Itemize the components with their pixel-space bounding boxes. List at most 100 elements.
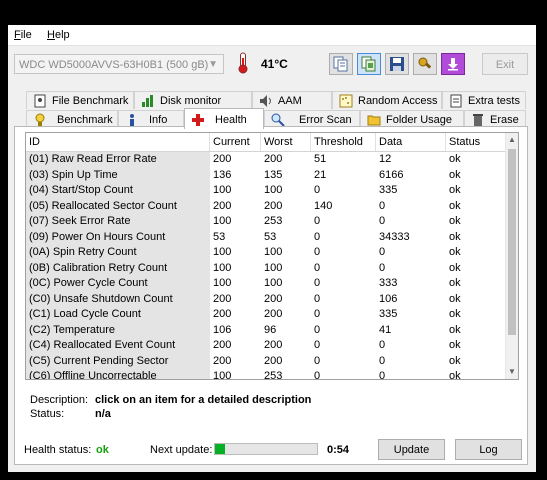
column-header[interactable]: Current [210, 133, 261, 151]
table-cell: 200 [264, 292, 283, 305]
toolbar: WDC WD5000AVVS-63H0B1 (500 gB) ▼ 41°C Ex… [8, 46, 536, 84]
attribute-name-cell: (C4) Reallocated Event Count [26, 338, 210, 354]
menu-help[interactable]: Help [47, 29, 70, 41]
update-button[interactable]: Update [378, 439, 445, 460]
menu-file[interactable]: File [14, 29, 32, 41]
table-cell: ok [449, 168, 461, 181]
table-cell: 0 [314, 230, 321, 243]
health-cross-icon [192, 114, 204, 126]
table-row[interactable]: (0B) Calibration Retry Count 100 100 0 0 ok [26, 260, 508, 276]
table-cell: ok [449, 370, 461, 380]
table-cell: 200 [213, 308, 232, 320]
health-panel: ID Current Worst Threshold Data Status (… [14, 126, 528, 465]
copy-text-button[interactable] [329, 53, 353, 75]
tab-label: AAM [278, 95, 302, 107]
column-header[interactable]: Data [376, 133, 446, 151]
attribute-name-cell: (07) Seek Error Rate [26, 214, 210, 230]
tab-disk-monitor[interactable]: Disk monitor [134, 91, 252, 109]
attribute-name-cell: (05) Reallocated Sector Count [26, 198, 210, 214]
table-cell: 100 [213, 277, 232, 289]
table-cell: 200 [264, 199, 283, 212]
table-row[interactable]: (01) Raw Read Error Rate 200 200 51 12 ok [26, 152, 508, 168]
attribute-name-cell: (C1) Load Cycle Count [26, 307, 210, 323]
attribute-name-cell: (C2) Temperature [26, 322, 210, 338]
extra-tests-icon [450, 94, 462, 108]
table-cell: 100 [213, 246, 232, 258]
scroll-down-icon[interactable]: ▼ [506, 365, 518, 379]
table-row[interactable]: (C4) Reallocated Event Count 200 200 0 0 ok [26, 338, 508, 354]
table-cell: 0 [379, 199, 386, 212]
save-icon [390, 57, 404, 71]
table-cell: ok [449, 153, 461, 165]
table-row[interactable]: (C1) Load Cycle Count 200 200 0 335 ok [26, 307, 508, 323]
drive-select[interactable]: WDC WD5000AVVS-63H0B1 (500 gB) ▼ [14, 54, 224, 74]
tools-button[interactable] [413, 53, 437, 75]
table-row[interactable]: (04) Start/Stop Count 100 100 0 335 ok [26, 183, 508, 199]
download-icon [448, 58, 458, 71]
save-button[interactable] [385, 53, 409, 75]
table-cell: ok [449, 261, 461, 274]
table-cell: 200 [213, 354, 232, 367]
table-row[interactable]: (C2) Temperature 106 96 0 41 ok [26, 322, 508, 338]
table-cell: 41 [379, 323, 392, 336]
table-cell: 100 [213, 261, 232, 274]
table-row[interactable]: (C5) Current Pending Sector 200 200 0 0 ok [26, 353, 508, 369]
scrollbar-thumb[interactable] [508, 149, 516, 335]
speaker-icon [260, 95, 271, 107]
table-row[interactable]: (0A) Spin Retry Count 100 100 0 0 ok [26, 245, 508, 261]
table-cell: ok [449, 323, 461, 336]
tab-extra-tests[interactable]: Extra tests [442, 91, 526, 109]
copy-text-icon [333, 56, 348, 72]
table-row[interactable]: (03) Spin Up Time 136 135 21 6166 ok [26, 167, 508, 183]
log-button[interactable]: Log [455, 439, 522, 460]
copy-screenshot-icon [361, 56, 376, 72]
tab-health[interactable]: Health [184, 108, 264, 129]
scroll-up-icon[interactable]: ▲ [506, 133, 518, 147]
column-header[interactable]: Threshold [311, 133, 376, 151]
copy-screenshot-button[interactable] [357, 53, 381, 75]
table-cell: ok [449, 199, 461, 212]
column-header[interactable]: Status [446, 133, 508, 151]
benchmark-icon [35, 113, 45, 126]
smart-attributes-table[interactable]: ID Current Worst Threshold Data Status (… [25, 132, 519, 380]
tab-label: Extra tests [468, 95, 520, 107]
exit-button[interactable]: Exit [482, 53, 528, 75]
table-cell: ok [449, 246, 461, 258]
attribute-name-cell: (0A) Spin Retry Count [26, 245, 210, 261]
table-cell: 0 [379, 339, 386, 351]
table-cell: 0 [379, 215, 386, 227]
table-cell: 200 [213, 339, 232, 351]
table-row[interactable]: (C0) Unsafe Shutdown Count 200 200 0 106 ok [26, 291, 508, 307]
next-update-label: Next update: [150, 444, 213, 456]
tab-label: File Benchmark [52, 95, 129, 107]
column-header[interactable]: Worst [261, 133, 311, 151]
tab-file-benchmark[interactable]: File Benchmark [26, 91, 134, 109]
table-row[interactable]: (0C) Power Cycle Count 100 100 0 333 ok [26, 276, 508, 292]
chevron-down-icon: ▼ [208, 59, 218, 70]
tab-random-access[interactable]: Random Access [332, 91, 442, 109]
table-cell: 53 [213, 230, 226, 243]
column-header[interactable]: ID [26, 133, 210, 151]
tab-aam[interactable]: AAM [252, 91, 332, 109]
table-cell: 6166 [379, 168, 404, 181]
table-cell: 200 [264, 308, 283, 320]
table-cell: 0 [314, 354, 321, 367]
table-cell: 0 [314, 261, 321, 274]
table-row[interactable]: (05) Reallocated Sector Count 200 200 140 0 o… [26, 198, 508, 214]
description-text: click on an item for a detailed descript… [95, 394, 312, 406]
magnifier-icon [271, 113, 285, 127]
hd-tune-window: File Help WDC WD5000AVVS-63H0B1 (500 gB)… [8, 25, 536, 472]
table-cell: 253 [264, 370, 283, 380]
table-row[interactable]: (C6) Offline Uncorrectable 100 253 0 0 ok [26, 369, 508, 380]
table-header: ID Current Worst Threshold Data Status [26, 133, 508, 152]
table-cell: ok [449, 215, 461, 227]
attribute-name-cell: (0C) Power Cycle Count [26, 276, 210, 292]
countdown-timer: 0:54 [327, 444, 350, 456]
table-row[interactable]: (07) Seek Error Rate 100 253 0 0 ok [26, 214, 508, 230]
download-button[interactable] [441, 53, 465, 75]
vertical-scrollbar[interactable]: ▲ ▼ [505, 133, 518, 379]
table-cell: 0 [379, 246, 386, 258]
attribute-name-cell: (03) Spin Up Time [26, 167, 210, 183]
table-cell: 0 [314, 308, 321, 320]
table-row[interactable]: (09) Power On Hours Count 53 53 0 34333 ok [26, 229, 508, 245]
